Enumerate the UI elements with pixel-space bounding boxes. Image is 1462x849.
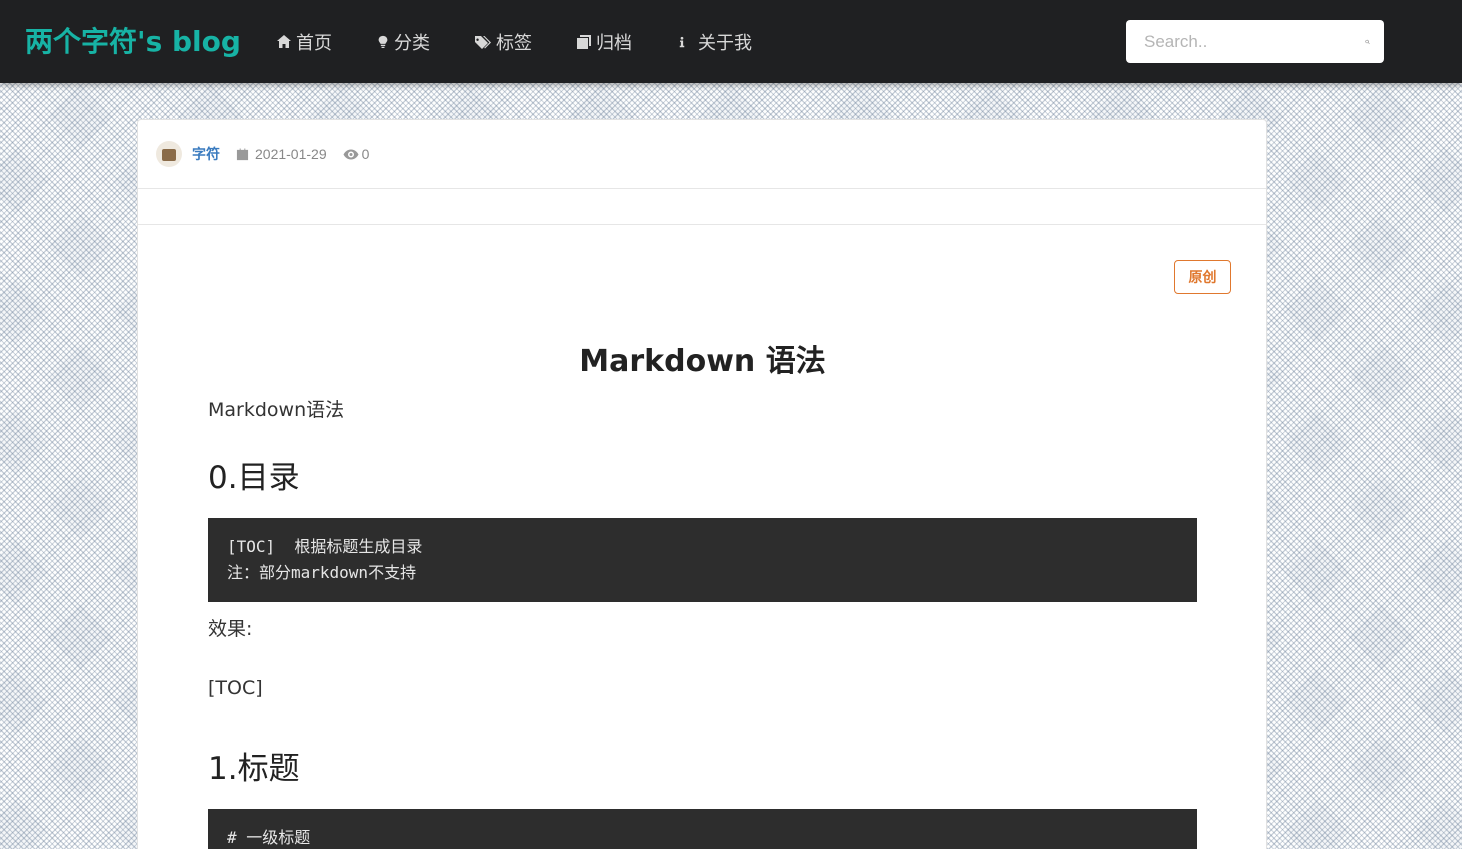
site-brand[interactable]: 两个字符's blog (25, 22, 241, 62)
tags-icon (475, 36, 491, 49)
original-badge: 原创 (1174, 260, 1231, 294)
lightbulb-icon (378, 35, 388, 48)
nav-item-label: 归档 (596, 33, 632, 54)
info-icon (679, 36, 685, 48)
nav-item-label: 标签 (496, 33, 532, 54)
code-line: # 一级标题 (227, 828, 311, 847)
nav-item-about[interactable]: 关于我 (676, 26, 752, 58)
nav-item-category[interactable]: 分类 (376, 26, 430, 58)
nav-item-label: 分类 (394, 33, 430, 54)
section-heading: 0.目录 (208, 460, 300, 496)
search-input[interactable] (1144, 31, 1365, 52)
post-date-text: 2021-01-29 (255, 146, 327, 162)
home-icon (277, 35, 291, 48)
post-meta: 字符 2021-01-29 0 (138, 120, 1266, 189)
top-navbar: 两个字符's blog 首页 分类 标签 归档 关于我 (0, 0, 1462, 83)
calendar-icon (236, 147, 249, 160)
search-box (1126, 20, 1384, 63)
post-views-count: 0 (361, 146, 370, 162)
author-name[interactable]: 字符 (192, 144, 220, 164)
code-line: 注：部分markdown不支持 (227, 563, 417, 582)
nav-item-tags[interactable]: 标签 (474, 26, 532, 58)
post-title: Markdown 语法 (579, 344, 826, 379)
code-line: [TOC] 根据标题生成目录 (227, 537, 423, 556)
post-card: 字符 2021-01-29 0 原创 Markdown 语法 Markdown语… (137, 119, 1267, 849)
nav-menu: 首页 分类 标签 归档 关于我 (276, 26, 796, 58)
nav-item-archive[interactable]: 归档 (576, 26, 632, 58)
section-heading: 1.标题 (208, 751, 300, 787)
code-block: # 一级标题 (208, 809, 1197, 849)
code-block: [TOC] 根据标题生成目录 注：部分markdown不支持 (208, 518, 1197, 602)
archive-icon (577, 35, 591, 49)
eye-icon (343, 149, 359, 159)
post-content: Markdown 语法 Markdown语法 0.目录 [TOC] 根据标题生成… (208, 342, 1197, 849)
nav-item-label: 首页 (296, 33, 332, 54)
section-text: [TOC] (208, 677, 263, 699)
post-subheader (138, 189, 1266, 225)
author-avatar[interactable] (156, 141, 182, 167)
post-date: 2021-01-29 (236, 146, 327, 162)
section-text: 效果: (208, 618, 253, 640)
nav-item-label: 关于我 (698, 33, 752, 54)
search-icon[interactable] (1365, 33, 1370, 51)
nav-item-home[interactable]: 首页 (276, 26, 332, 58)
post-views: 0 (343, 146, 370, 162)
post-intro: Markdown语法 (208, 399, 345, 421)
